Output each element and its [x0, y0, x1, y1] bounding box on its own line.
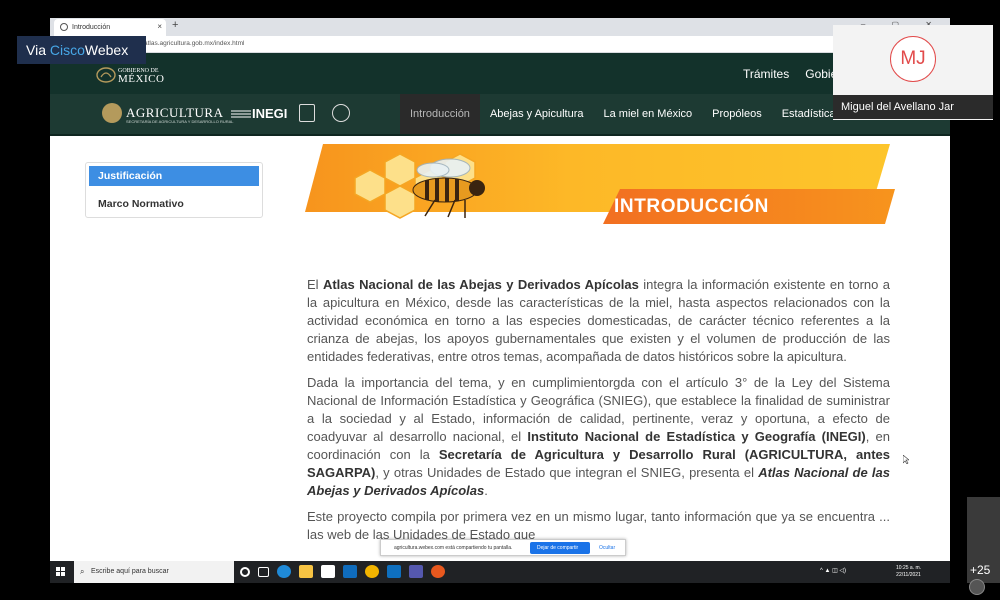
new-tab-button[interactable]: +	[172, 19, 178, 31]
inegi-bold: Instituto Nacional de Estadística y Geog…	[527, 429, 866, 444]
file-explorer-icon[interactable]	[299, 565, 313, 578]
outlook-icon[interactable]	[387, 565, 401, 578]
side-item-justificacion[interactable]: Justificación	[89, 166, 259, 186]
taskbar-search-input[interactable]: ⌕ Escribe aquí para buscar	[74, 561, 234, 583]
participant-video-tile[interactable]: MJ Miguel del Avellano Jar	[833, 25, 993, 120]
unam-emblem-icon[interactable]	[299, 104, 315, 122]
gob-link-tramites[interactable]: Trámites	[743, 67, 789, 81]
windows-taskbar: ⌕ Escribe aquí para buscar ^ ▲ ◫ ◁) 10:2…	[50, 561, 950, 583]
screen-share-notice: agricultura.webex.com está compartiendo …	[380, 539, 626, 556]
stop-sharing-button[interactable]: Dejar de compartir	[530, 542, 590, 554]
gob-emblem-icon	[96, 67, 116, 83]
clock-time: 10:25 a. m.	[896, 565, 922, 571]
participant-name: Miguel del Avellano Jar	[833, 95, 993, 119]
nav-item-abejas-apicultura[interactable]: Abejas y Apicultura	[480, 94, 594, 134]
intro-banner	[305, 144, 895, 224]
url-text: atlas.agricultura.gob.mx/index.html	[144, 40, 245, 47]
taskbar-clock[interactable]: 10:25 a. m. 22/11/2021	[896, 565, 921, 579]
paragraph-1: El Atlas Nacional de las Abejas y Deriva…	[307, 277, 890, 364]
system-tray[interactable]: ^ ▲ ◫ ◁)	[820, 567, 846, 574]
mail-icon[interactable]	[343, 565, 357, 578]
firefox-icon[interactable]	[431, 565, 445, 578]
banner-title: INTRODUCCIÓN	[614, 196, 769, 217]
via-webex-badge: Via CiscoWebex	[17, 36, 146, 64]
gob-logo-big: MÉXICO	[118, 73, 165, 85]
clock-date: 22/11/2021	[896, 572, 921, 578]
agricultura-emblem-icon	[102, 103, 122, 123]
stage: Introducción × + – ▢ ✕ atlas.agricultura…	[0, 0, 1000, 600]
address-bar[interactable]: atlas.agricultura.gob.mx/index.html	[50, 36, 950, 53]
mouse-cursor-icon	[903, 455, 909, 464]
nav-menu: Introducción Abejas y Apicultura La miel…	[400, 94, 904, 134]
windows-start-icon[interactable]	[56, 567, 66, 577]
cortana-icon[interactable]	[240, 567, 250, 577]
browser-tab[interactable]: Introducción ×	[54, 19, 166, 36]
paragraph-2: Dada la importancia del tema, y en cumpl…	[307, 375, 891, 498]
inegi-logo[interactable]: INEGI	[230, 106, 287, 121]
side-menu: Justificación Marco Normativo	[85, 162, 263, 218]
globe-icon	[60, 23, 68, 31]
participant-avatar: MJ	[890, 36, 936, 82]
search-icon: ⌕	[80, 567, 85, 576]
side-item-marco-normativo[interactable]: Marco Normativo	[89, 194, 259, 214]
edge-icon[interactable]	[277, 565, 291, 578]
agricultura-logo-subtitle: SECRETARÍA DE AGRICULTURA Y DESARROLLO R…	[126, 119, 234, 124]
shared-screen: Introducción × + – ▢ ✕ atlas.agricultura…	[50, 18, 950, 583]
tab-close-icon[interactable]: ×	[157, 22, 162, 31]
nav-item-introduccion[interactable]: Introducción	[400, 94, 480, 134]
article-body: El Atlas Nacional de las Abejas y Deriva…	[307, 276, 890, 552]
teams-icon[interactable]	[409, 565, 423, 578]
inegi-logo-text: INEGI	[252, 106, 288, 121]
institution-seal-icon[interactable]	[332, 104, 350, 122]
site-navbar: AGRICULTURA SECRETARÍA DE AGRICULTURA Y …	[50, 94, 950, 136]
participant-thumb[interactable]	[969, 579, 985, 595]
taskbar-search-placeholder: Escribe aquí para buscar	[91, 568, 169, 575]
nav-item-miel-mexico[interactable]: La miel en México	[594, 94, 703, 134]
tab-title: Introducción	[72, 24, 111, 31]
gob-logo-text[interactable]: GOBIERNO DE MÉXICO	[118, 67, 165, 85]
chrome-icon[interactable]	[365, 565, 379, 578]
browser-tab-strip: Introducción × + – ▢ ✕	[50, 18, 950, 36]
share-message: agricultura.webex.com está compartiendo …	[394, 545, 513, 551]
more-participants-count[interactable]: +25	[970, 563, 990, 577]
nav-item-propoleos[interactable]: Propóleos	[702, 94, 772, 134]
gob-header: GOBIERNO DE MÉXICO Trámites Gobierno	[50, 53, 950, 94]
inegi-grid-icon	[231, 110, 251, 118]
hide-notice-button[interactable]: Ocultar	[599, 545, 615, 551]
atlas-title-bold: Atlas Nacional de las Abejas y Derivados…	[322, 277, 639, 292]
store-icon[interactable]	[321, 565, 335, 578]
taskbar-apps	[240, 565, 453, 578]
task-view-icon[interactable]	[258, 567, 269, 577]
